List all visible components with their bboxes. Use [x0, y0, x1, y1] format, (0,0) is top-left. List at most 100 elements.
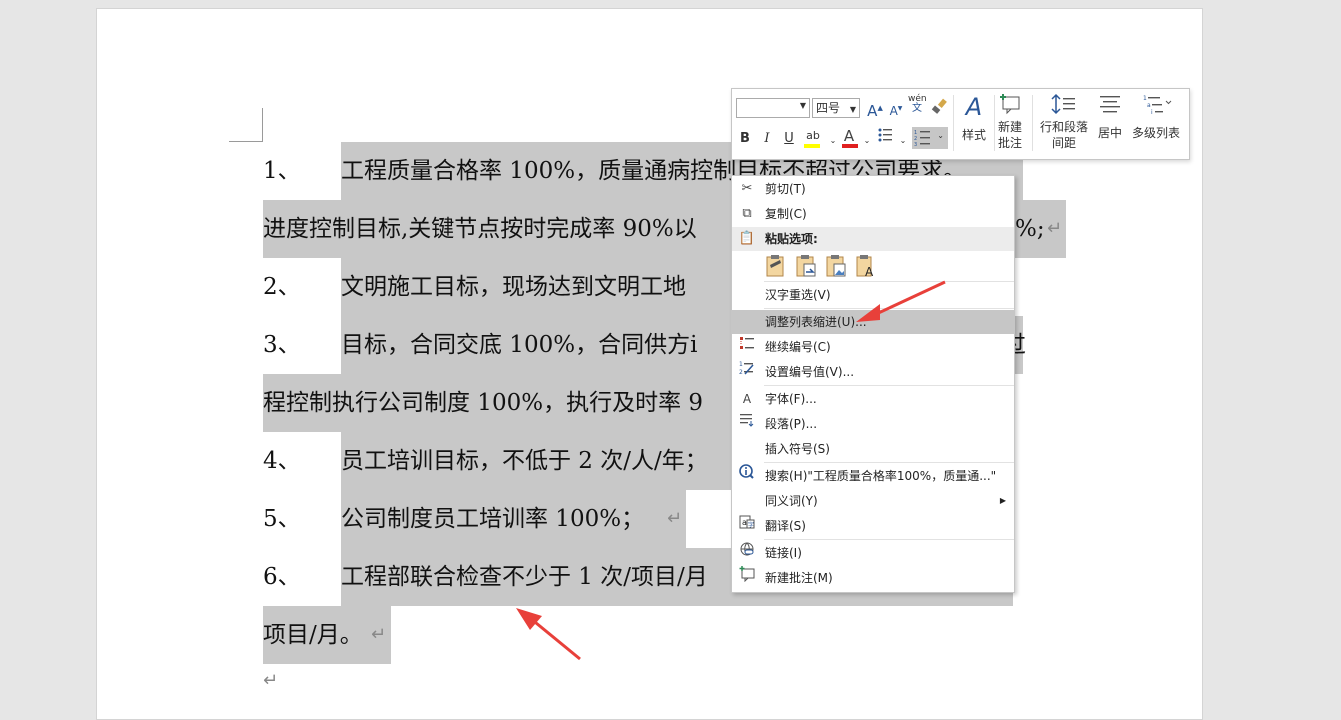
- margin-corner-mark: [229, 108, 263, 142]
- menu-item-set-numbering-value[interactable]: 12 设置编号值(V)...: [732, 360, 1014, 384]
- styles-button[interactable]: A 样式: [956, 93, 992, 143]
- menu-item-label: 剪切(T): [765, 182, 806, 196]
- set-numbering-value-icon: 12: [737, 360, 757, 385]
- menu-item-copy[interactable]: ⧉ 复制(C): [732, 202, 1014, 226]
- annotation-arrow-icon: [856, 280, 946, 322]
- svg-text:A: A: [865, 265, 874, 278]
- multilevel-list-button[interactable]: 1ai 多级列表: [1130, 93, 1182, 141]
- bullets-icon[interactable]: [876, 127, 894, 147]
- translate-icon: a字: [737, 514, 757, 539]
- menu-item-cut[interactable]: ✂ 剪切(T): [732, 177, 1014, 201]
- copy-icon: ⧉: [742, 206, 752, 221]
- line-spacing-label: 行和段落: [1039, 120, 1088, 134]
- format-painter-icon[interactable]: [930, 98, 948, 118]
- menu-item-font[interactable]: A 字体(F)...: [732, 387, 1014, 411]
- scissors-icon: ✂: [741, 181, 753, 196]
- mini-toolbar: ▼ 四号 ▼ A▲ A▼ wén 文 B I U ab ⌄ A ⌄ ⌄ 123 ⌄…: [731, 88, 1190, 160]
- menu-item-search[interactable]: 搜索(H)"工程质量合格率100%，质量通...": [732, 464, 1014, 488]
- chevron-down-icon: ▼: [849, 105, 856, 114]
- font-icon: A: [742, 392, 752, 406]
- list-number: 3、: [263, 332, 301, 358]
- menu-item-label: 新建批注(M): [765, 571, 833, 585]
- center-button[interactable]: 居中: [1092, 93, 1128, 141]
- menu-divider: [764, 462, 1014, 463]
- font-size-select[interactable]: 四号 ▼: [812, 98, 860, 118]
- menu-item-continue-numbering[interactable]: 继续编号(C): [732, 335, 1014, 359]
- numbering-button[interactable]: 123 ⌄: [912, 127, 948, 149]
- menu-item-label: 插入符号(S): [765, 442, 830, 456]
- new-comment-icon: [737, 566, 757, 591]
- font-name-select[interactable]: ▼: [736, 98, 810, 118]
- multilevel-list-label: 多级列表: [1131, 126, 1180, 140]
- new-comment-label: 新建: [997, 120, 1022, 134]
- paste-options-label: 粘贴选项:: [765, 232, 818, 246]
- menu-item-insert-symbol[interactable]: 插入符号(S): [732, 437, 1014, 461]
- line-spacing-label: 间距: [1051, 136, 1076, 150]
- center-align-icon: [1100, 96, 1120, 113]
- multilevel-list-icon: 1ai: [1143, 95, 1172, 116]
- paste-keep-formatting-icon[interactable]: [764, 254, 788, 278]
- line-text: 进度控制目标,关键节点按时完成率 90%以: [263, 216, 697, 242]
- grow-font-icon[interactable]: A▲: [866, 98, 884, 120]
- shrink-font-icon[interactable]: A▼: [887, 99, 905, 119]
- menu-item-new-comment[interactable]: 新建批注(M): [732, 566, 1014, 590]
- paste-picture-icon[interactable]: [824, 254, 848, 278]
- svg-text:i: i: [1151, 109, 1153, 115]
- chevron-down-icon: ⌄: [937, 131, 944, 140]
- menu-item-label: 段落(P)...: [765, 417, 818, 431]
- menu-item-label: 翻译(S): [765, 519, 806, 533]
- svg-text:a: a: [742, 518, 747, 527]
- menu-item-label: 同义词(Y): [765, 494, 818, 508]
- menu-item-label: 汉字重选(V): [765, 288, 831, 302]
- svg-text:1: 1: [739, 361, 743, 368]
- underline-button[interactable]: U: [780, 129, 798, 149]
- menu-divider: [764, 385, 1014, 386]
- menu-item-translate[interactable]: a字 翻译(S): [732, 514, 1014, 538]
- paste-merge-formatting-icon[interactable]: [794, 254, 818, 278]
- paragraph-mark: ↵: [1047, 218, 1063, 239]
- list-item-continuation[interactable]: 程控制执行公司制度 100%，执行及时率 9: [263, 374, 743, 432]
- annotation-arrow-icon: [516, 608, 581, 661]
- info-search-icon: [737, 464, 757, 489]
- line-spacing-icon: [1051, 93, 1075, 115]
- highlight-icon[interactable]: ab: [802, 126, 824, 148]
- menu-item-synonyms[interactable]: 同义词(Y) ▶: [732, 489, 1014, 513]
- list-item-continuation[interactable]: 项目/月。 ↵: [263, 606, 391, 664]
- list-number: 1、: [263, 158, 301, 184]
- list-number: 5、: [263, 506, 301, 532]
- chevron-down-icon[interactable]: ⌄: [894, 131, 912, 151]
- paste-text-only-icon[interactable]: A: [854, 254, 878, 278]
- new-comment-icon: [1000, 94, 1020, 115]
- chevron-down-icon[interactable]: ⌄: [858, 131, 876, 151]
- list-item-text: 公司制度员工培训率 100%；: [341, 490, 686, 548]
- chevron-down-icon: ▼: [799, 101, 806, 110]
- styles-icon: A: [965, 93, 983, 121]
- svg-text:3: 3: [914, 142, 917, 148]
- list-item-text: 文明施工目标，现场达到文明工地: [341, 258, 741, 316]
- line-spacing-button[interactable]: 行和段落 间距: [1037, 93, 1091, 151]
- paste-options-header: 📋 粘贴选项:: [732, 227, 1014, 251]
- divider: [1032, 95, 1033, 151]
- menu-item-label: 字体(F)...: [765, 392, 817, 406]
- phonetic-guide-icon[interactable]: wén 文: [908, 95, 927, 115]
- menu-item-link[interactable]: 链接(I): [732, 541, 1014, 565]
- new-comment-button[interactable]: 新建 批注: [995, 93, 1025, 151]
- menu-item-label: 继续编号(C): [765, 340, 831, 354]
- menu-item-paragraph[interactable]: 段落(P)...: [732, 412, 1014, 436]
- svg-text:2: 2: [739, 369, 743, 376]
- menu-item-label: 链接(I): [765, 546, 802, 560]
- styles-label: 样式: [961, 128, 986, 142]
- continue-numbering-icon: [737, 335, 757, 360]
- font-color-icon[interactable]: A: [840, 126, 858, 148]
- menu-divider: [764, 539, 1014, 540]
- list-item-text: 员工培训目标，不低于 2 次/人/年；: [341, 432, 741, 490]
- new-comment-label: 批注: [997, 136, 1022, 150]
- list-number: 2、: [263, 274, 301, 300]
- italic-button[interactable]: I: [758, 129, 776, 149]
- menu-item-label: 设置编号值(V)...: [765, 365, 855, 379]
- bold-button[interactable]: B: [736, 129, 754, 149]
- menu-item-label: 复制(C): [765, 207, 807, 221]
- svg-text:a: a: [1147, 102, 1151, 109]
- paste-option-buttons: A: [764, 254, 884, 280]
- paragraph-mark: ↵: [371, 624, 387, 645]
